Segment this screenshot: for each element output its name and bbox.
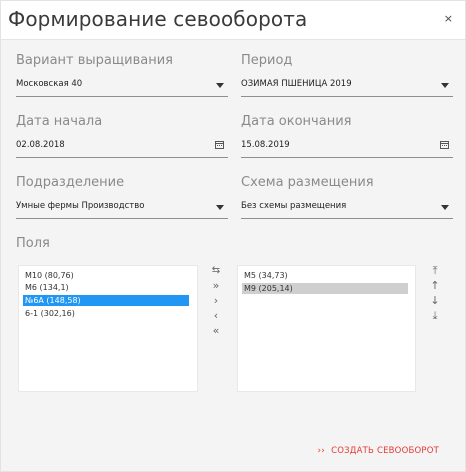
move-left-button[interactable]: ‹ [210, 310, 222, 322]
period-label: Период [241, 53, 293, 68]
start-date-field[interactable]: 02.08.2018 [16, 137, 228, 158]
available-fields-list[interactable]: М10 (80,76) М6 (134,1) №6А (148,58) 6-1 … [18, 265, 198, 392]
create-rotation-button[interactable]: ›› СОЗДАТЬ СЕВООБОРОТ [317, 446, 439, 456]
caret-down-icon[interactable] [441, 83, 449, 88]
move-all-right-button[interactable]: » [210, 280, 222, 292]
variant-label: Вариант выращивания [16, 53, 173, 68]
list-item[interactable]: М6 (134,1) [23, 282, 189, 293]
period-select[interactable]: ОЗИМАЯ ПШЕНИЦА 2019 [241, 76, 453, 97]
period-value: ОЗИМАЯ ПШЕНИЦА 2019 [241, 79, 352, 89]
list-item-selected[interactable]: М9 (205,14) [242, 283, 408, 294]
caret-down-icon[interactable] [216, 83, 224, 88]
list-item[interactable]: М5 (34,73) [242, 270, 408, 281]
double-chevron-icon: ›› [317, 446, 326, 456]
division-select[interactable]: Умные фермы Производство [16, 198, 228, 219]
list-item[interactable]: М10 (80,76) [23, 270, 189, 281]
crop-rotation-dialog: Формирование севооборота × Вариант выращ… [0, 0, 466, 472]
selected-fields-list[interactable]: М5 (34,73) М9 (205,14) [237, 265, 416, 392]
list-item[interactable]: 6-1 (302,16) [23, 308, 189, 319]
scheme-select[interactable]: Без схемы размещения [241, 198, 453, 219]
scheme-label: Схема размещения [241, 175, 374, 190]
variant-value: Московская 40 [16, 79, 83, 89]
dialog-header: Формирование севооборота × [1, 1, 465, 40]
scheme-value: Без схемы размещения [241, 201, 347, 211]
calendar-icon[interactable] [440, 141, 449, 149]
variant-select[interactable]: Московская 40 [16, 76, 228, 97]
move-bottom-button[interactable]: ⤓ [429, 310, 441, 322]
end-date-field[interactable]: 15.08.2019 [241, 137, 453, 158]
calendar-icon[interactable] [215, 141, 224, 149]
move-down-button[interactable]: ↓ [429, 295, 441, 307]
move-right-button[interactable]: › [210, 295, 222, 307]
end-date-label: Дата окончания [241, 114, 352, 129]
start-date-label: Дата начала [16, 114, 103, 129]
caret-down-icon[interactable] [441, 205, 449, 210]
move-all-left-button[interactable]: « [210, 325, 222, 337]
division-label: Подразделение [16, 175, 125, 190]
fields-label: Поля [16, 236, 50, 251]
division-value: Умные фермы Производство [16, 201, 145, 211]
close-icon[interactable]: × [444, 12, 453, 25]
list-item-selected[interactable]: №6А (148,58) [23, 295, 189, 306]
move-up-button[interactable]: ↑ [429, 280, 441, 292]
move-top-button[interactable]: ⤒ [429, 265, 441, 277]
end-date-value: 15.08.2019 [241, 140, 290, 150]
start-date-value: 02.08.2018 [16, 140, 65, 150]
dialog-title: Формирование севооборота [8, 7, 308, 31]
swap-icon[interactable]: ⇆ [210, 265, 222, 277]
create-rotation-label: СОЗДАТЬ СЕВООБОРОТ [331, 446, 439, 456]
caret-down-icon[interactable] [216, 205, 224, 210]
